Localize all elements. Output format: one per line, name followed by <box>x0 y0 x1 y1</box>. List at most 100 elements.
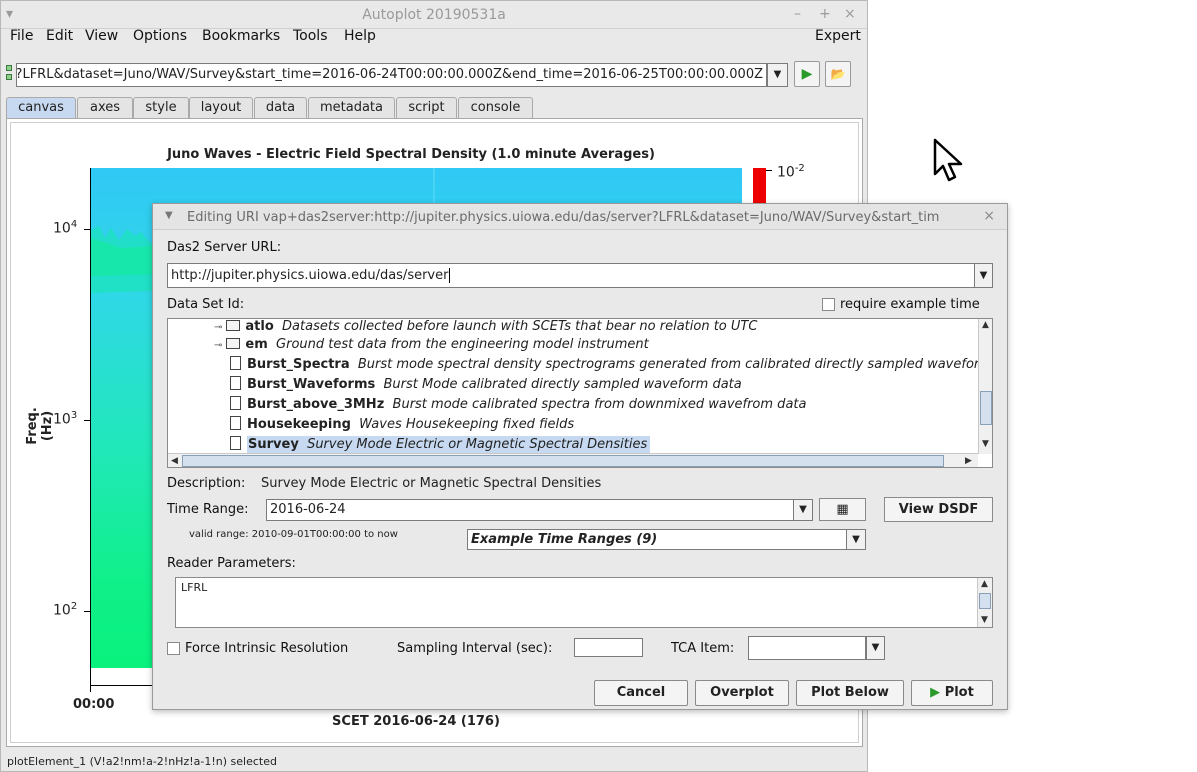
title-bar[interactable]: ▾ Autoplot 20190531a – + × <box>1 1 867 29</box>
scroll-down-icon[interactable]: ▼ <box>981 615 988 625</box>
menu-bar: File Edit View Options Bookmarks Tools H… <box>1 27 867 47</box>
scroll-up-icon[interactable]: ▲ <box>982 320 989 330</box>
url-dropdown-button[interactable]: ▼ <box>767 63 788 87</box>
time-range-label: Time Range: <box>167 502 249 517</box>
plot-title: Juno Waves - Electric Field Spectral Den… <box>167 147 655 162</box>
reader-parameters-label: Reader Parameters: <box>167 556 296 571</box>
folder-open-icon: 📂 <box>830 67 846 81</box>
menu-help[interactable]: Help <box>344 28 376 44</box>
go-button[interactable]: ▶ <box>794 61 820 87</box>
calendar-button[interactable]: ▦ <box>819 498 866 521</box>
play-icon: ▶ <box>930 685 941 700</box>
file-icon <box>230 356 241 370</box>
x-tick <box>90 685 91 692</box>
dialog-menu-icon[interactable]: ▼ <box>165 210 173 221</box>
overplot-button[interactable]: Overplot <box>695 680 789 706</box>
play-icon: ▶ <box>801 66 813 82</box>
minimize-icon[interactable]: – <box>794 6 801 22</box>
y-tick-label: 104 <box>53 219 78 237</box>
scroll-up-icon[interactable]: ▲ <box>981 579 988 589</box>
require-example-time-label[interactable]: require example time <box>840 297 980 312</box>
scroll-thumb[interactable] <box>980 391 992 425</box>
tree-vertical-scrollbar[interactable]: ▲ ▼ <box>978 319 992 454</box>
calendar-icon: ▦ <box>836 502 849 517</box>
scroll-down-icon[interactable]: ▼ <box>982 439 989 449</box>
chevron-down-icon: ▼ <box>773 69 782 80</box>
reader-parameters-textarea[interactable]: LFRL ▲ ▼ <box>175 577 993 628</box>
edit-uri-dialog: ▼ Editing URI vap+das2server:http://jupi… <box>152 203 1008 710</box>
dialog-title: Editing URI vap+das2server:http://jupite… <box>187 210 940 225</box>
reader-vertical-scrollbar[interactable]: ▲ ▼ <box>977 578 992 627</box>
tca-item-label: TCA Item: <box>671 641 735 656</box>
tab-data[interactable]: data <box>254 97 307 118</box>
description-label: Description: <box>167 476 246 491</box>
chevron-down-icon: ▼ <box>871 642 880 653</box>
browse-button[interactable]: 📂 <box>825 61 851 87</box>
menu-options[interactable]: Options <box>133 28 187 44</box>
example-time-ranges-select[interactable]: Example Time Ranges (9) <box>467 529 847 550</box>
close-icon[interactable]: × <box>844 6 856 22</box>
menu-tools[interactable]: Tools <box>293 28 328 44</box>
menu-view[interactable]: View <box>85 28 118 44</box>
server-url-dropdown[interactable]: ▼ <box>974 263 993 288</box>
file-icon <box>230 436 241 450</box>
scroll-left-icon[interactable]: ◀ <box>171 456 178 466</box>
force-intrinsic-label[interactable]: Force Intrinsic Resolution <box>185 641 348 656</box>
tab-metadata[interactable]: metadata <box>308 97 395 118</box>
tab-layout[interactable]: layout <box>189 97 253 118</box>
tree-horizontal-scrollbar[interactable]: ◀ ▶ <box>168 453 978 467</box>
x-tick-label: 00:00 <box>73 697 115 712</box>
chevron-down-icon: ▼ <box>799 504 807 515</box>
dialog-title-bar[interactable]: ▼ Editing URI vap+das2server:http://jupi… <box>153 204 1007 230</box>
menu-file[interactable]: File <box>10 28 33 44</box>
file-icon <box>230 396 241 410</box>
dataset-id-label: Data Set Id: <box>167 297 245 312</box>
tree-item[interactable]: Burst_above_3MHz Burst mode calibrated s… <box>230 396 806 416</box>
time-range-dropdown[interactable]: ▼ <box>793 499 813 521</box>
y-axis-line <box>90 168 91 686</box>
y-tick <box>84 229 91 230</box>
tca-item-dropdown[interactable]: ▼ <box>866 636 885 660</box>
tree-item[interactable]: Burst_Waveforms Burst Mode calibrated di… <box>230 376 742 396</box>
dialog-close-icon[interactable]: × <box>983 208 995 224</box>
tree-item[interactable]: Housekeeping Waves Housekeeping fixed fi… <box>230 416 574 436</box>
force-intrinsic-checkbox[interactable] <box>167 642 180 655</box>
file-icon <box>230 416 241 430</box>
menu-bookmarks[interactable]: Bookmarks <box>202 28 280 44</box>
require-example-time-checkbox[interactable] <box>822 298 835 311</box>
plot-button-label: Plot <box>944 685 974 700</box>
menu-edit[interactable]: Edit <box>46 28 73 44</box>
window-title: Autoplot 20190531a <box>362 7 506 23</box>
tab-canvas[interactable]: canvas <box>6 97 76 118</box>
plot-button[interactable]: ▶ Plot <box>911 680 993 706</box>
menu-expert[interactable]: Expert <box>815 28 861 44</box>
view-dsdf-button[interactable]: View DSDF <box>884 497 993 522</box>
x-axis-label: SCET 2016-06-24 (176) <box>332 714 500 729</box>
url-input-text: vap+das2server:http://jupiter.physics.ui… <box>16 67 763 82</box>
sampling-interval-input[interactable] <box>574 638 643 657</box>
colorbar-tick-label: 10-2 <box>777 163 805 181</box>
tree-item[interactable]: Burst_Spectra Burst mode spectral densit… <box>230 356 992 376</box>
tree-item[interactable]: ⊸ em Ground test data from the engineerin… <box>214 337 649 357</box>
server-url-input[interactable]: http://jupiter.physics.uiowa.edu/das/ser… <box>167 263 975 288</box>
folder-icon <box>226 338 241 349</box>
url-input[interactable]: vap+das2server:http://jupiter.physics.ui… <box>16 63 767 87</box>
scroll-thumb[interactable] <box>182 455 944 467</box>
tca-item-select[interactable] <box>748 636 866 660</box>
dataset-tree[interactable]: ⊸ atlo Datasets collected before launch w… <box>167 318 993 468</box>
cancel-button[interactable]: Cancel <box>594 680 688 706</box>
tree-item[interactable]: ⊸ atlo Datasets collected before launch w… <box>214 319 757 339</box>
tab-style[interactable]: style <box>133 97 189 118</box>
scroll-right-icon[interactable]: ▶ <box>965 456 972 466</box>
plot-below-button[interactable]: Plot Below <box>796 680 904 706</box>
tab-console[interactable]: console <box>458 97 533 118</box>
maximize-icon[interactable]: + <box>819 6 831 22</box>
colorbar[interactable] <box>753 168 766 204</box>
y-tick <box>84 611 91 612</box>
example-time-ranges-dropdown[interactable]: ▼ <box>846 529 866 550</box>
time-range-input[interactable]: 2016-06-24 <box>266 499 794 521</box>
tab-axes[interactable]: axes <box>77 97 133 118</box>
folder-icon <box>226 320 241 331</box>
scroll-thumb[interactable] <box>979 593 991 609</box>
tab-script[interactable]: script <box>396 97 457 118</box>
